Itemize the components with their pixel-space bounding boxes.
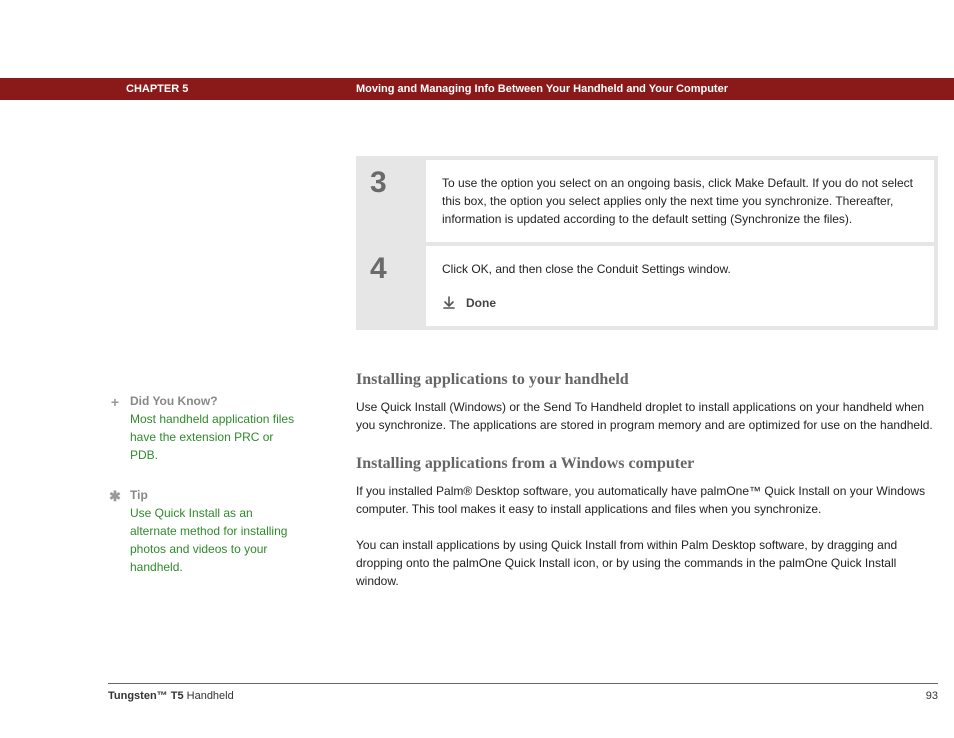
step-body: Click OK, and then close the Conduit Set…: [426, 246, 934, 326]
sidebar-item: ✱ Tip Use Quick Install as an alternate …: [108, 486, 298, 576]
sidebar-heading: Did You Know?: [130, 392, 298, 410]
main-text: Installing applications to your handheld…: [356, 368, 938, 608]
content-area: 3 To use the option you select on an ong…: [0, 104, 954, 678]
section-paragraph: Use Quick Install (Windows) or the Send …: [356, 398, 938, 434]
chapter-header-bar: CHAPTER 5 Moving and Managing Info Betwe…: [0, 78, 954, 100]
chapter-label: CHAPTER 5: [126, 83, 188, 95]
step-number: 3: [360, 160, 426, 242]
sidebar-body: Most handheld application files have the…: [130, 410, 298, 464]
sidebar-item: + Did You Know? Most handheld applicatio…: [108, 392, 298, 464]
sidebar-content: Did You Know? Most handheld application …: [130, 392, 298, 464]
product-rest: Handheld: [184, 690, 234, 702]
step-body: To use the option you select on an ongoi…: [426, 160, 934, 242]
step-number: 4: [360, 246, 426, 326]
product-name: Tungsten™ T5 Handheld: [108, 690, 234, 702]
section-paragraph: You can install applications by using Qu…: [356, 536, 938, 590]
steps-block: 3 To use the option you select on an ong…: [356, 156, 938, 330]
sidebar-body: Use Quick Install as an alternate method…: [130, 504, 298, 576]
sidebar-content: Tip Use Quick Install as an alternate me…: [130, 486, 298, 576]
plus-icon: +: [108, 392, 122, 464]
done-label: Done: [466, 294, 496, 312]
page-footer: Tungsten™ T5 Handheld 93: [108, 683, 938, 702]
step-row: 4 Click OK, and then close the Conduit S…: [360, 246, 934, 326]
sidebar: + Did You Know? Most handheld applicatio…: [108, 392, 298, 598]
download-arrow-icon: [442, 296, 456, 310]
asterisk-icon: ✱: [108, 486, 122, 576]
chapter-title: Moving and Managing Info Between Your Ha…: [356, 83, 728, 95]
sidebar-heading: Tip: [130, 486, 298, 504]
section-heading: Installing applications to your handheld: [356, 368, 938, 392]
done-indicator: Done: [442, 294, 918, 312]
section-heading: Installing applications from a Windows c…: [356, 452, 938, 476]
page-number: 93: [926, 690, 938, 702]
section-paragraph: If you installed Palm® Desktop software,…: [356, 482, 938, 518]
step-text: Click OK, and then close the Conduit Set…: [442, 262, 731, 276]
product-bold: Tungsten™ T5: [108, 690, 184, 702]
step-row: 3 To use the option you select on an ong…: [360, 160, 934, 242]
